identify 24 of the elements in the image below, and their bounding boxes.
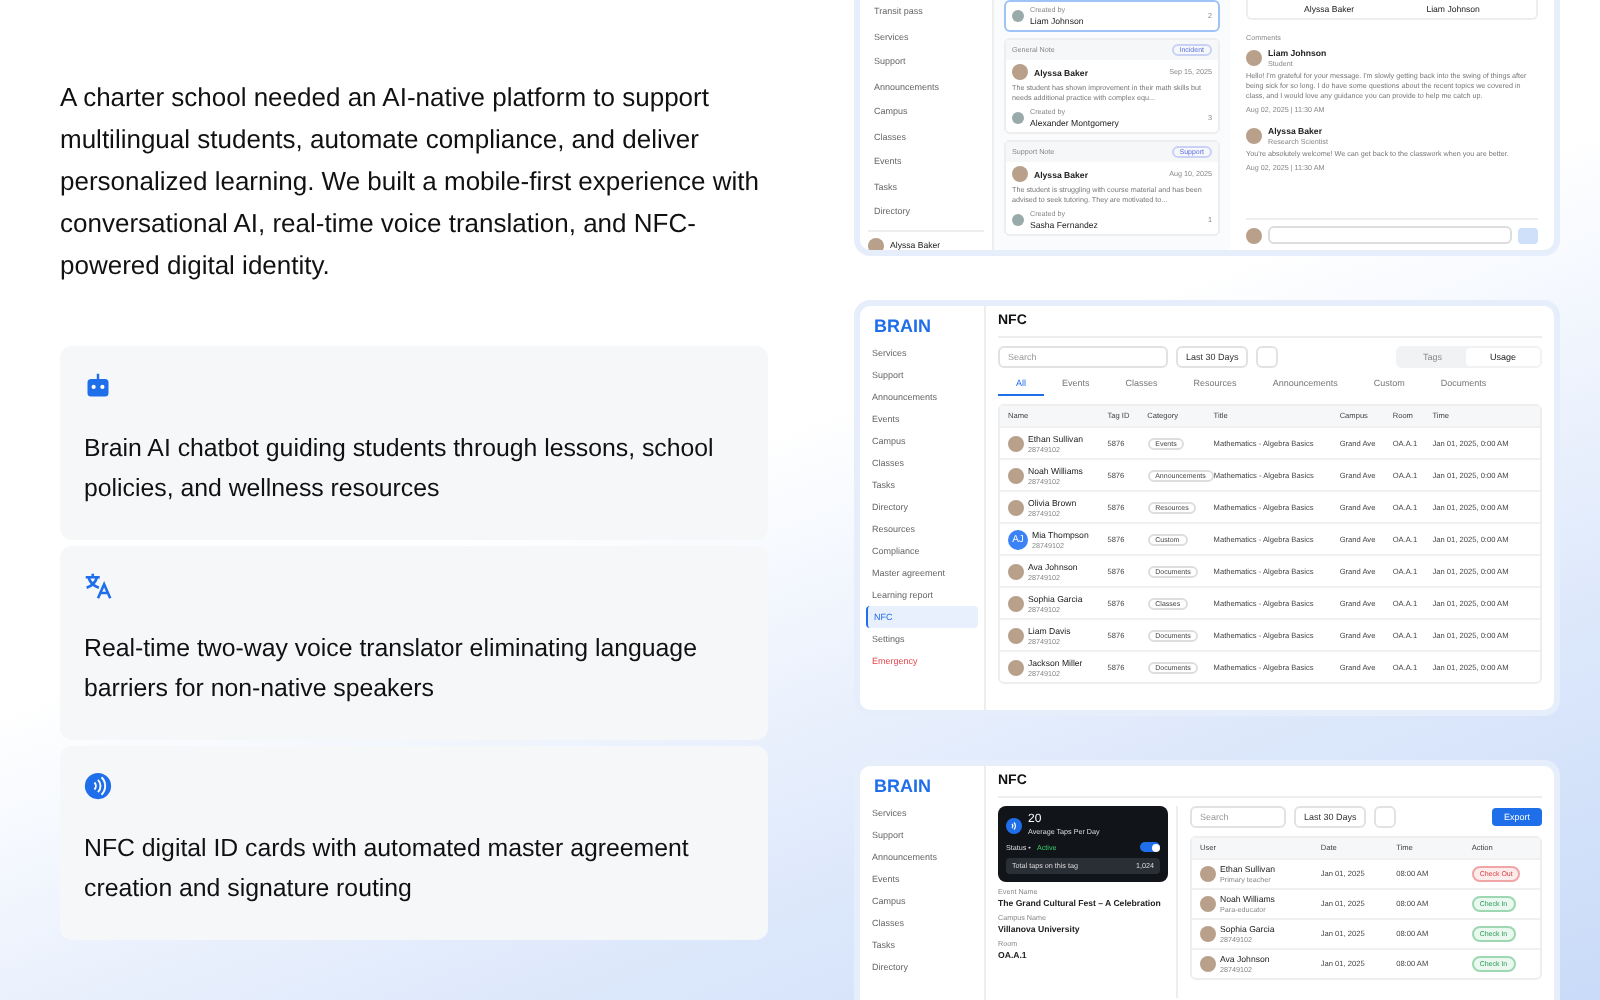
- avatar: [1012, 214, 1024, 226]
- logo: BRAIN: [874, 316, 933, 336]
- translate-icon: [84, 572, 112, 600]
- robot-icon: [84, 372, 112, 400]
- avatar: [1012, 64, 1028, 80]
- feature-text: Real-time two-way voice translator eliminating language barriers for non-native speakers: [84, 632, 699, 706]
- avatar: [868, 237, 884, 250]
- intro-paragraph: A charter school needed an AI-native platform to support multilingual students, automate compliance, and deliver personalized learning. We built a mobile-first experience with conversational AI, real-time voice translation, and NFC-powered digital identity.: [60, 80, 761, 284]
- feature-text: NFC digital ID cards with automated master agreement creation and signature routing: [84, 832, 691, 906]
- avatar: [1012, 10, 1024, 22]
- reply-field[interactable]: [1268, 226, 1512, 244]
- avatar: [1012, 166, 1028, 182]
- status-toggle[interactable]: [1140, 842, 1160, 852]
- avatar: [1246, 227, 1262, 243]
- avatar: [1246, 128, 1262, 144]
- avatar: [1246, 50, 1262, 66]
- feature-text: Brain AI chatbot guiding students through lessons, school policies, and wellness resources: [84, 432, 716, 506]
- filter-button[interactable]: [1374, 806, 1397, 828]
- send-button[interactable]: [1518, 227, 1538, 243]
- avatar: [1012, 112, 1024, 124]
- logo: BRAIN: [874, 776, 933, 796]
- filter-button[interactable]: [1256, 346, 1279, 368]
- nfc-icon: [1006, 817, 1022, 833]
- nfc-icon: [84, 772, 112, 800]
